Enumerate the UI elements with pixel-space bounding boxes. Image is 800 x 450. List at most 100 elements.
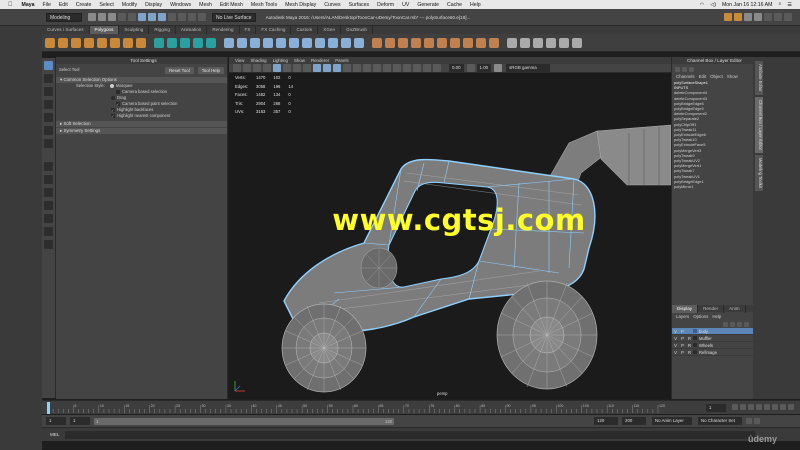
go-to-start-icon[interactable] — [732, 404, 738, 410]
image-plane-icon[interactable] — [263, 64, 271, 72]
shelf-tab-rendering[interactable]: Rendering — [207, 26, 240, 34]
step-forward-key-icon[interactable] — [780, 404, 786, 410]
render-icon[interactable] — [724, 13, 732, 21]
history-icon[interactable] — [507, 37, 517, 48]
shelf-tab-xgen[interactable]: XGen — [318, 26, 342, 34]
current-frame-field[interactable]: 1 — [706, 404, 726, 412]
snap-point-icon[interactable] — [188, 13, 196, 21]
shelf-tab-curves[interactable]: Curves / Surfaces — [42, 26, 90, 34]
vp-menu-shading[interactable]: Shading — [250, 58, 266, 63]
menu-windows[interactable]: Windows — [170, 2, 191, 8]
exposure-field[interactable]: 0.00 — [449, 64, 464, 72]
drag-radio[interactable] — [111, 95, 115, 100]
xray-components-icon[interactable] — [433, 64, 441, 72]
freeze-transform-icon[interactable] — [520, 37, 530, 48]
panel-toggle-icon[interactable] — [784, 13, 792, 21]
menu-create[interactable]: Create — [76, 2, 92, 8]
last-tool-icon[interactable] — [44, 139, 53, 148]
merge-icon[interactable] — [289, 37, 299, 48]
menu-mesh-tools[interactable]: Mesh Tools — [251, 2, 277, 8]
layer-menu-layers[interactable]: Layers — [676, 314, 689, 319]
clock[interactable]: Mon Jan 16 12:16 AM — [722, 2, 772, 8]
character-set-dropdown[interactable]: No Character Set — [698, 417, 742, 425]
target-weld-icon[interactable] — [354, 37, 364, 48]
select-tool-icon[interactable] — [44, 61, 53, 70]
mirror-icon[interactable] — [206, 37, 216, 48]
front-wheel-mesh[interactable] — [281, 303, 367, 393]
notification-icon[interactable]: ☰ — [787, 2, 792, 8]
panel-toggle-icon[interactable] — [764, 13, 772, 21]
textured-icon[interactable] — [343, 64, 351, 72]
end-time-field[interactable]: 200 — [622, 417, 646, 425]
history-node[interactable]: polyMirror1 — [672, 184, 753, 189]
layer-icon[interactable] — [682, 66, 687, 72]
shelf-tab-sculpting[interactable]: Sculpting — [119, 26, 150, 34]
spherical-map-icon[interactable] — [424, 37, 434, 48]
layer-tab-render[interactable]: Render — [698, 304, 725, 313]
shelf-tab-animation[interactable]: Animation — [176, 26, 208, 34]
ipr-render-icon[interactable] — [734, 13, 742, 21]
lights-icon[interactable] — [353, 64, 361, 72]
safe-action-icon[interactable] — [303, 64, 311, 72]
move-tool-icon[interactable] — [44, 100, 53, 109]
layer-visibility[interactable]: V — [672, 342, 679, 349]
layer-color-swatch[interactable] — [693, 329, 697, 333]
select-object-icon[interactable] — [148, 13, 156, 21]
collapse-icon[interactable] — [302, 37, 312, 48]
vp-menu-view[interactable]: View — [235, 58, 244, 63]
marquee-radio[interactable] — [110, 83, 115, 88]
motion-blur-icon[interactable] — [383, 64, 391, 72]
cb-menu-object[interactable]: Object — [710, 74, 723, 79]
panel-toggle-icon[interactable] — [774, 13, 782, 21]
vp-menu-show[interactable]: Show — [294, 58, 305, 63]
menu-surfaces[interactable]: Surfaces — [349, 2, 369, 8]
inner-wheel-mesh[interactable] — [360, 247, 398, 289]
separate-icon[interactable] — [167, 37, 177, 48]
camera-attributes-icon[interactable] — [243, 64, 251, 72]
tool-help-button[interactable]: Tool Help — [197, 66, 224, 74]
menu-deform[interactable]: Deform — [377, 2, 394, 8]
rear-wheel-mesh[interactable] — [496, 280, 598, 390]
shelf-tab-rigging[interactable]: Rigging — [149, 26, 176, 34]
modeling-toolkit-icon[interactable] — [572, 37, 582, 48]
live-surface-field[interactable]: No Live Surface — [212, 12, 256, 22]
quad-draw-icon[interactable] — [559, 37, 569, 48]
menu-maya[interactable]: Maya — [22, 2, 35, 8]
menuset-dropdown[interactable]: Modeling — [46, 12, 82, 22]
layer-display-type[interactable]: R — [686, 335, 693, 342]
menu-select[interactable]: Select — [99, 2, 113, 8]
sew-uv-icon[interactable] — [450, 37, 460, 48]
delete-history-icon[interactable] — [546, 37, 556, 48]
multi-cut-icon[interactable] — [315, 37, 325, 48]
channel-box-tab[interactable]: Channel Box / Layer Editor — [755, 96, 763, 153]
vp-menu-lighting[interactable]: Lighting — [273, 58, 288, 63]
paint-select-icon[interactable] — [44, 87, 53, 96]
ambient-occlusion-icon[interactable] — [373, 64, 381, 72]
redo-icon[interactable] — [128, 13, 136, 21]
camera-based-checkbox[interactable] — [116, 89, 120, 94]
side-by-side-layout-icon[interactable] — [44, 188, 53, 197]
platonic-icon[interactable] — [136, 37, 146, 48]
select-hierarchy-icon[interactable] — [138, 13, 146, 21]
offset-edge-loop-icon[interactable] — [341, 37, 351, 48]
section-symmetry[interactable]: ▸ Symmetry Settings — [56, 128, 227, 134]
poly-cylinder-icon[interactable] — [71, 37, 81, 48]
channel-icon[interactable] — [675, 66, 680, 72]
undo-icon[interactable] — [118, 13, 126, 21]
unfold-icon[interactable] — [463, 37, 473, 48]
single-pane-layout-icon[interactable] — [44, 162, 53, 171]
menu-uv[interactable]: UV — [402, 2, 409, 8]
smooth-icon[interactable] — [180, 37, 190, 48]
xray-icon[interactable] — [413, 64, 421, 72]
layer-color-swatch[interactable] — [693, 336, 697, 340]
apple-icon[interactable]:  — [8, 2, 13, 8]
volume-icon[interactable]: ◁) — [710, 2, 716, 8]
layer-playback[interactable]: P — [679, 328, 686, 335]
layer-tab-display[interactable]: Display — [672, 304, 699, 313]
hypershade-layout-icon[interactable] — [44, 240, 53, 249]
current-time-marker[interactable] — [47, 402, 50, 414]
move-layer-up-icon[interactable] — [723, 321, 728, 327]
bevel-icon[interactable] — [250, 37, 260, 48]
layer-tab-anim[interactable]: Anim — [724, 304, 746, 313]
cb-menu-channels[interactable]: Channels — [676, 74, 695, 79]
